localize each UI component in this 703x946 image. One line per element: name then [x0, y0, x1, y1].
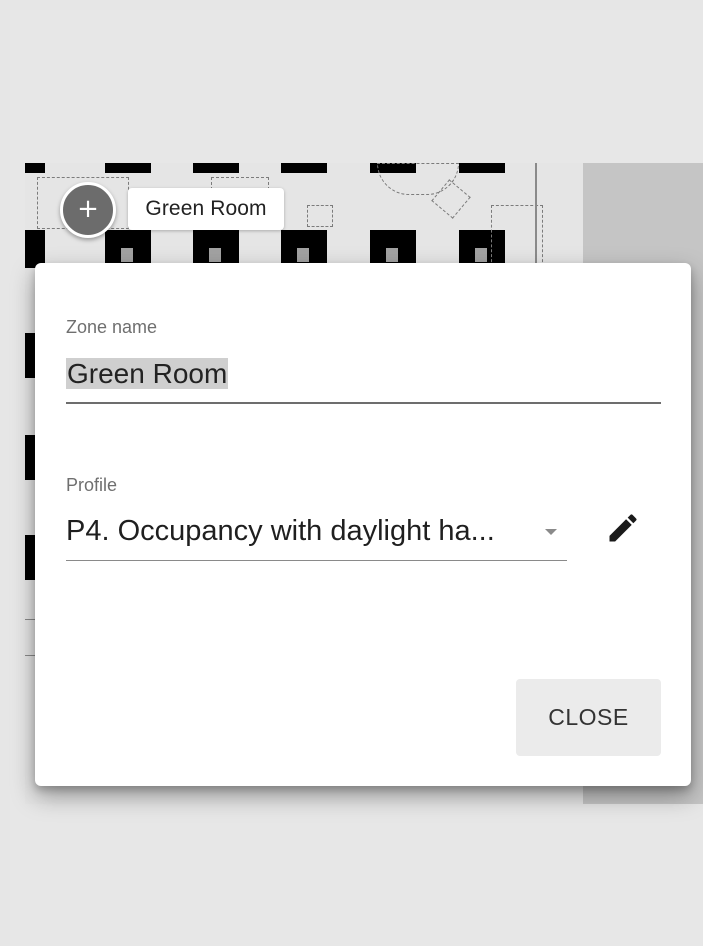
zone-name-label: Zone name: [66, 317, 158, 337]
zone-name-input[interactable]: Green Room: [66, 355, 229, 393]
profile-label: Profile: [66, 475, 118, 495]
zone-name-value: Green Room: [66, 358, 229, 389]
zone-marker-button[interactable]: +: [60, 182, 116, 238]
pencil-icon: [609, 514, 637, 542]
zone-label-tag: Green Room: [128, 188, 284, 230]
edit-profile-button[interactable]: [601, 506, 645, 550]
chevron-down-icon[interactable]: [540, 521, 562, 543]
zone-dialog: Zone name Green Room Profile P4. Occupan…: [35, 263, 691, 786]
zone-name-underline: [66, 402, 661, 404]
profile-underline: [66, 560, 567, 561]
plus-icon: +: [77, 194, 99, 224]
close-button[interactable]: CLOSE: [516, 679, 661, 756]
profile-select[interactable]: P4. Occupancy with daylight ha...: [66, 512, 516, 550]
